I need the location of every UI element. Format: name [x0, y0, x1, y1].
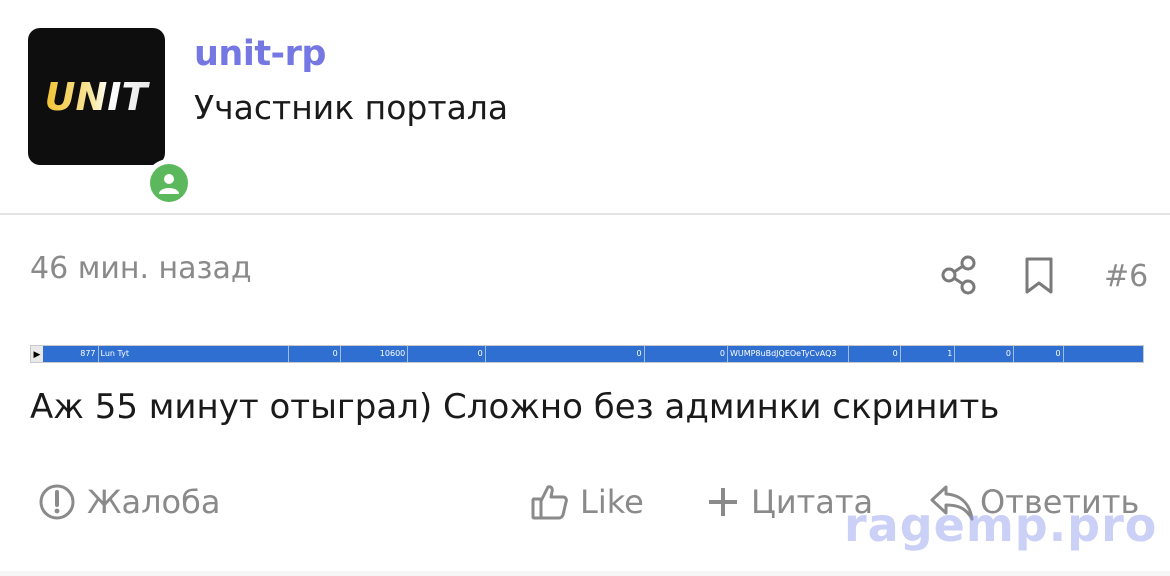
unit-logo: UNIT: [45, 75, 151, 119]
embed-cell: 0: [849, 346, 901, 362]
embed-cell: 1: [901, 346, 956, 362]
user-role: Участник портала: [194, 88, 509, 127]
embed-cell: Lun Tyt: [99, 346, 290, 362]
embed-cell: WUMP8uBdJQEOeTyCvAQ3: [728, 346, 850, 362]
like-button[interactable]: Like: [530, 477, 644, 527]
row-pointer-icon: ▶: [31, 346, 43, 362]
username-link[interactable]: unit-rp: [194, 34, 326, 74]
embed-cell: 877: [43, 346, 99, 362]
user-online-icon: [159, 174, 179, 194]
embed-cell: 0: [408, 346, 486, 362]
avatar[interactable]: UNIT: [28, 28, 193, 207]
post-timestamp[interactable]: 46 мин. назад: [30, 251, 252, 286]
embed-cell: 0: [486, 346, 645, 362]
embed-cell: 10600: [341, 346, 409, 362]
site-watermark: ragemp.pro: [844, 498, 1158, 552]
report-label: Жалоба: [87, 483, 221, 521]
plus-icon: [709, 488, 737, 516]
share-icon[interactable]: [940, 255, 978, 295]
report-button[interactable]: Жалоба: [37, 477, 220, 527]
embed-cell-empty: [1064, 346, 1143, 362]
post-number-link[interactable]: #6: [1104, 259, 1148, 294]
author-card: UNIT unit-rp Участник портала: [0, 0, 1170, 215]
report-icon: [39, 484, 75, 520]
embed-cell: 0: [645, 346, 728, 362]
thumbs-up-icon: [531, 485, 568, 520]
embed-cell: 0: [289, 346, 341, 362]
like-label: Like: [580, 483, 644, 521]
embedded-screenshot-row: ▶ 877 Lun Tyt 0 10600 0 0 0 WUMP8uBdJQEO…: [30, 345, 1144, 363]
embed-cell: 0: [1014, 346, 1064, 362]
post-message: Аж 55 минут отыграл) Сложно без админки …: [30, 387, 1000, 427]
online-status-badge: [145, 159, 193, 207]
bookmark-icon[interactable]: [1022, 256, 1056, 296]
avatar-logo-text: UNIT: [45, 75, 151, 119]
embed-cell: 0: [955, 346, 1014, 362]
